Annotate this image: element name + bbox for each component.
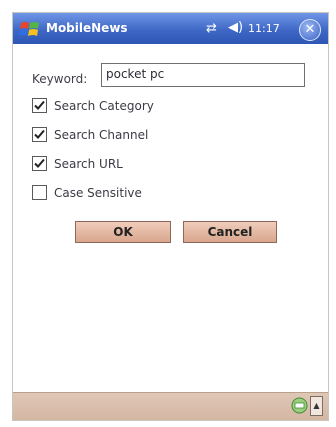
input-panel-arrow-button[interactable]: ▲ <box>310 396 323 416</box>
menu-bar: ▲ <box>13 392 328 420</box>
volume-icon[interactable]: ◀︎) <box>228 20 243 35</box>
search-url-checkbox[interactable] <box>32 156 47 171</box>
search-category-label: Search Category <box>54 99 154 113</box>
clock[interactable]: 11:17 <box>248 22 280 35</box>
input-panel-icon[interactable] <box>291 397 308 414</box>
checkmark-icon <box>34 129 45 139</box>
keyword-input[interactable]: pocket pc <box>101 63 305 87</box>
checkmark-icon <box>34 100 45 110</box>
search-url-label: Search URL <box>54 157 123 171</box>
case-sensitive-label: Case Sensitive <box>54 186 142 200</box>
device-screen: MobileNews ⇄ ◀︎) 11:17 ✕ Keyword: pocket… <box>12 12 329 421</box>
search-category-checkbox[interactable] <box>32 98 47 113</box>
search-channel-checkbox[interactable] <box>32 127 47 142</box>
ok-button[interactable]: OK <box>75 221 171 243</box>
keyword-label: Keyword: <box>32 72 88 86</box>
close-button[interactable]: ✕ <box>299 19 321 41</box>
search-channel-label: Search Channel <box>54 128 149 142</box>
connectivity-icon[interactable]: ⇄ <box>206 21 217 36</box>
cancel-button[interactable]: Cancel <box>183 221 277 243</box>
app-title: MobileNews <box>46 21 128 35</box>
title-bar: MobileNews ⇄ ◀︎) 11:17 ✕ <box>13 13 328 44</box>
case-sensitive-checkbox[interactable] <box>32 185 47 200</box>
windows-start-icon[interactable] <box>19 18 41 40</box>
checkmark-icon <box>34 158 45 168</box>
